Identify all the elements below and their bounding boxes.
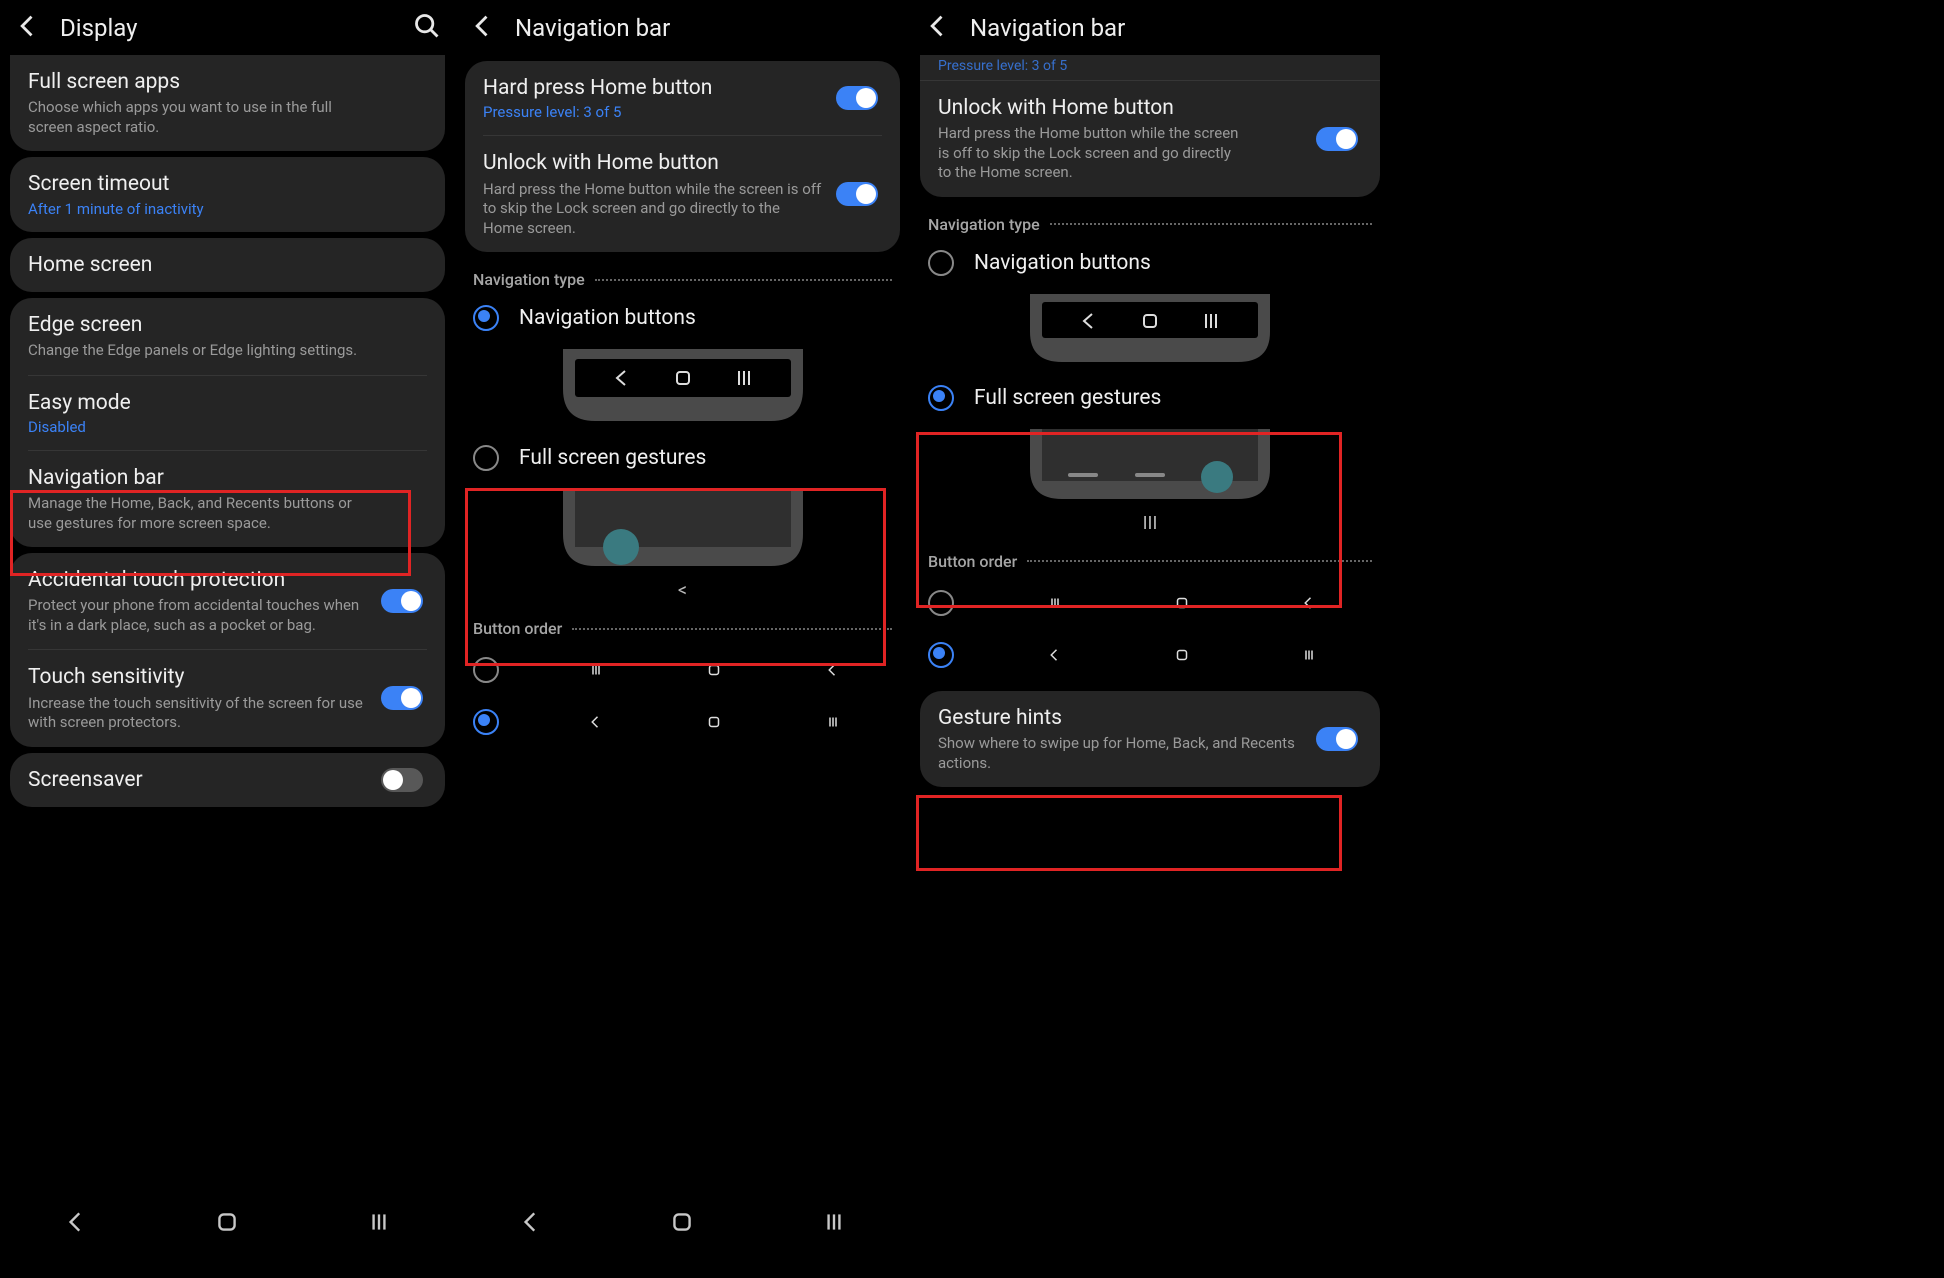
radio-selected-icon [473,305,499,331]
unlock-home-toggle[interactable] [1316,127,1358,151]
gesture-hints-toggle[interactable] [1316,727,1358,751]
page-title: Navigation bar [970,14,1376,42]
accidental-touch-toggle[interactable] [381,589,423,613]
navigation-bar-screen-a: Navigation bar Hard press Home button Pr… [455,0,910,1246]
home-screen-row[interactable]: Home screen [28,238,427,292]
order-option-1[interactable] [455,644,910,696]
nav-recents-icon[interactable] [366,1209,392,1239]
radio-selected-icon [473,709,499,735]
order-option-2[interactable] [455,696,910,748]
order-preview-back-first [537,704,892,740]
unlock-home-row[interactable]: Unlock with Home button Hard press the H… [483,136,882,252]
screen-timeout-row[interactable]: Screen timeout After 1 minute of inactiv… [28,157,427,231]
unlock-home-toggle[interactable] [836,182,878,206]
nav-type-header: Navigation type [473,270,892,289]
search-icon[interactable] [413,12,441,44]
gesture-caption: III [910,513,1390,534]
navigation-bar-screen-b: Navigation bar Pressure level: 3 of 5 Un… [910,0,1390,1246]
cutoff-link: Pressure level: 3 of 5 [920,56,1380,81]
nav-recents-icon[interactable] [821,1209,847,1239]
easy-mode-row[interactable]: Easy mode Disabled [28,376,427,451]
full-screen-apps-row[interactable]: Full screen apps Choose which apps you w… [28,55,427,151]
nav-type-header: Navigation type [928,215,1372,234]
nav-buttons-preview [553,349,813,429]
full-gestures-option[interactable]: Full screen gestures [455,435,910,481]
edge-screen-row[interactable]: Edge screen Change the Edge panels or Ed… [28,298,427,376]
nav-back-icon[interactable] [518,1209,544,1239]
touch-sensitivity-toggle[interactable] [381,686,423,710]
order-preview-back-first [992,637,1372,673]
radio-selected-icon [928,642,954,668]
radio-unselected-icon [473,657,499,683]
system-nav-bar [0,1202,455,1246]
screensaver-row[interactable]: Screensaver [28,753,427,807]
full-gestures-option[interactable]: Full screen gestures [910,375,1390,421]
page-title: Navigation bar [515,14,896,42]
gesture-hints-row[interactable]: Gesture hints Show where to swipe up for… [938,691,1362,787]
button-order-header: Button order [928,552,1372,571]
accidental-touch-row[interactable]: Accidental touch protection Protect your… [28,553,427,650]
card: Full screen apps Choose which apps you w… [10,55,445,151]
order-option-2[interactable] [910,629,1390,681]
highlight-gesture-hints [916,795,1342,871]
touch-sensitivity-row[interactable]: Touch sensitivity Increase the touch sen… [28,650,427,746]
back-icon[interactable] [924,12,952,44]
order-preview-recents-first [537,652,892,688]
system-nav-bar [455,1202,910,1246]
nav-home-icon[interactable] [214,1209,240,1239]
order-option-1[interactable] [910,577,1390,629]
navigation-bar-row[interactable]: Navigation bar Manage the Home, Back, an… [28,451,427,547]
gestures-preview [1020,429,1280,507]
page-title: Display [60,14,413,42]
button-order-header: Button order [473,619,892,638]
radio-selected-icon [928,385,954,411]
hard-press-toggle[interactable] [836,86,878,110]
radio-unselected-icon [928,250,954,276]
nav-buttons-option[interactable]: Navigation buttons [910,240,1390,286]
radio-unselected-icon [473,445,499,471]
nav-buttons-option[interactable]: Navigation buttons [455,295,910,341]
nav-buttons-preview [1020,294,1280,369]
back-icon[interactable] [14,12,42,44]
hard-press-home-row[interactable]: Hard press Home button Pressure level: 3… [483,61,882,136]
display-settings-screen: Display Full screen apps Choose which ap… [0,0,455,1246]
gesture-caption: < [455,580,910,601]
gestures-preview [553,489,813,574]
back-icon[interactable] [469,12,497,44]
order-preview-recents-first [992,585,1372,621]
screensaver-toggle[interactable] [381,768,423,792]
unlock-home-row[interactable]: Unlock with Home button Hard press the H… [938,81,1362,197]
radio-unselected-icon [928,590,954,616]
nav-back-icon[interactable] [63,1209,89,1239]
nav-home-icon[interactable] [669,1209,695,1239]
